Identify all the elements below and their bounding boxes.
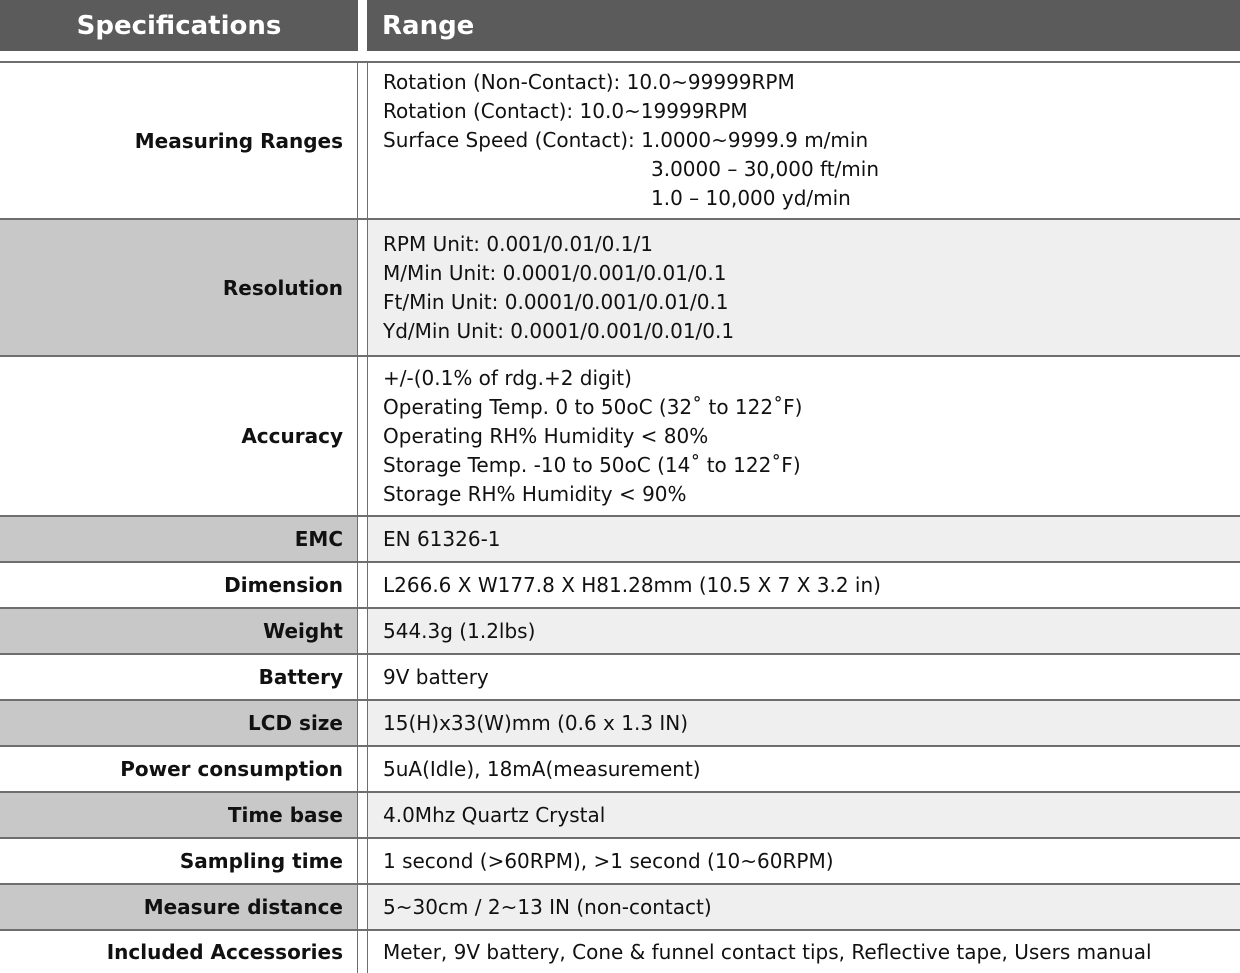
spec-name-cell: Dimension	[0, 563, 358, 607]
table-row: Measuring Ranges Rotation (Non-Contact): …	[0, 61, 1240, 218]
table-row: Accuracy +/-(0.1% of rdg.+2 digit) Operati…	[0, 355, 1240, 515]
range-value-cell: 4.0Mhz Quartz Crystal	[367, 793, 1240, 837]
spec-name-cell: Battery	[0, 655, 358, 699]
range-value-line: Storage Temp. -10 to 50oC (14˚ to 122˚F)	[383, 452, 801, 477]
table-row: Battery 9V battery	[0, 653, 1240, 699]
range-value-line: Operating Temp. 0 to 50oC (32˚ to 122˚F)	[383, 394, 803, 419]
range-value-line: 15(H)x33(W)mm (0.6 x 1.3 IN)	[383, 710, 689, 735]
range-value-cell: EN 61326-1	[367, 517, 1240, 561]
column-gap	[358, 563, 367, 607]
range-header-label: Range	[382, 10, 475, 41]
spec-name: Time base	[227, 803, 343, 827]
range-value-line: Meter, 9V battery, Cone & funnel contact…	[383, 939, 1152, 964]
range-value-line: Yd/Min Unit: 0.0001/0.001/0.01/0.1	[383, 318, 735, 343]
column-gap	[358, 793, 367, 837]
spec-name: LCD size	[248, 711, 343, 735]
column-gap	[358, 931, 367, 973]
spec-name: Measure distance	[143, 895, 343, 919]
range-value-line: Ft/Min Unit: 0.0001/0.001/0.01/0.1	[383, 289, 729, 314]
range-value-line: 544.3g (1.2lbs)	[383, 618, 536, 643]
column-gap	[358, 885, 367, 929]
range-value-line: M/Min Unit: 0.0001/0.001/0.01/0.1	[383, 260, 727, 285]
spec-name: Sampling time	[179, 849, 343, 873]
column-gap	[358, 655, 367, 699]
spec-name-cell: Weight	[0, 609, 358, 653]
table-row: EMC EN 61326-1	[0, 515, 1240, 561]
spec-name: Weight	[263, 619, 343, 643]
spec-name-cell: Accuracy	[0, 357, 358, 515]
spec-name: Power consumption	[120, 757, 343, 781]
table-row: Sampling time 1 second (>60RPM), >1 secon…	[0, 837, 1240, 883]
range-value-cell: 5uA(Idle), 18mA(measurement)	[367, 747, 1240, 791]
column-gap	[358, 701, 367, 745]
range-value-line: RPM Unit: 0.001/0.01/0.1/1	[383, 231, 653, 256]
table-row: LCD size 15(H)x33(W)mm (0.6 x 1.3 IN)	[0, 699, 1240, 745]
spec-name-cell: Time base	[0, 793, 358, 837]
column-gap	[358, 63, 367, 218]
range-value-line: 4.0Mhz Quartz Crystal	[383, 802, 606, 827]
range-value-line: 1.0 – 10,000 yd/min	[651, 186, 851, 210]
table-row: Resolution RPM Unit: 0.001/0.01/0.1/1 M/Mi…	[0, 218, 1240, 355]
range-value-line: Surface Speed (Contact): 1.0000~9999.9 m…	[383, 128, 869, 152]
spec-name: Battery	[258, 665, 343, 689]
range-value-cell: 5~30cm / 2~13 IN (non-contact)	[367, 885, 1240, 929]
range-value-cell: 15(H)x33(W)mm (0.6 x 1.3 IN)	[367, 701, 1240, 745]
spec-name-cell: LCD size	[0, 701, 358, 745]
spec-name: Included Accessories	[106, 940, 343, 964]
range-value-line: 1 second (>60RPM), >1 second (10~60RPM)	[383, 848, 834, 873]
column-gap	[358, 609, 367, 653]
range-value-line: Rotation (Contact): 10.0~19999RPM	[383, 99, 748, 123]
column-gap	[358, 357, 367, 515]
spec-name-cell: Sampling time	[0, 839, 358, 883]
spec-name-cell: Measure distance	[0, 885, 358, 929]
range-value-cell: 544.3g (1.2lbs)	[367, 609, 1240, 653]
range-value-line: 3.0000 – 30,000 ft/min	[651, 157, 880, 181]
range-value-cell: 1 second (>60RPM), >1 second (10~60RPM)	[367, 839, 1240, 883]
column-gap	[358, 839, 367, 883]
spec-name-cell: Measuring Ranges	[0, 63, 358, 218]
range-value-line: Storage RH% Humidity < 90%	[383, 481, 687, 506]
range-value-line: EN 61326-1	[383, 526, 501, 551]
range-value-cell: Meter, 9V battery, Cone & funnel contact…	[367, 931, 1240, 973]
range-value-line: 5uA(Idle), 18mA(measurement)	[383, 756, 701, 781]
range-value-line: L266.6 X W177.8 X H81.28mm (10.5 X 7 X 3…	[383, 572, 881, 597]
table-row: Measure distance 5~30cm / 2~13 IN (non-co…	[0, 883, 1240, 929]
table-row: Weight 544.3g (1.2lbs)	[0, 607, 1240, 653]
column-gap	[358, 517, 367, 561]
specifications-column-header: Specifications	[0, 0, 358, 51]
range-value-line: +/-(0.1% of rdg.+2 digit)	[383, 365, 632, 390]
spec-name-cell: EMC	[0, 517, 358, 561]
spec-name-cell: Resolution	[0, 220, 358, 355]
range-value-cell: Rotation (Non-Contact): 10.0~99999RPM Rot…	[367, 63, 1240, 218]
spec-name-cell: Power consumption	[0, 747, 358, 791]
spec-name: Resolution	[222, 275, 343, 300]
spec-name: Measuring Ranges	[134, 128, 343, 153]
column-gap	[358, 747, 367, 791]
range-value-cell: 9V battery	[367, 655, 1240, 699]
range-value-line: 5~30cm / 2~13 IN (non-contact)	[383, 894, 712, 919]
column-gap	[358, 220, 367, 355]
spec-name: EMC	[294, 527, 343, 551]
table-row: Time base 4.0Mhz Quartz Crystal	[0, 791, 1240, 837]
range-value-cell: L266.6 X W177.8 X H81.28mm (10.5 X 7 X 3…	[367, 563, 1240, 607]
range-value-cell: RPM Unit: 0.001/0.01/0.1/1 M/Min Unit: 0.…	[367, 220, 1240, 355]
table-row: Included Accessories Meter, 9V battery, C…	[0, 929, 1240, 973]
range-value-line: Rotation (Non-Contact): 10.0~99999RPM	[383, 70, 795, 94]
table-row: Power consumption 5uA(Idle), 18mA(measure…	[0, 745, 1240, 791]
range-value-cell: +/-(0.1% of rdg.+2 digit) Operating Temp.…	[367, 357, 1240, 515]
specifications-header-label: Specifications	[76, 10, 282, 41]
spec-name: Dimension	[224, 573, 343, 597]
spec-name: Accuracy	[241, 424, 343, 448]
range-column-header: Range	[367, 0, 1240, 51]
table-row: Dimension L266.6 X W177.8 X H81.28mm (10.…	[0, 561, 1240, 607]
range-value-line: 9V battery	[383, 664, 489, 689]
spec-table: Measuring Ranges Rotation (Non-Contact): …	[0, 61, 1240, 973]
range-value-line: Operating RH% Humidity < 80%	[383, 423, 709, 448]
spec-name-cell: Included Accessories	[0, 931, 358, 973]
